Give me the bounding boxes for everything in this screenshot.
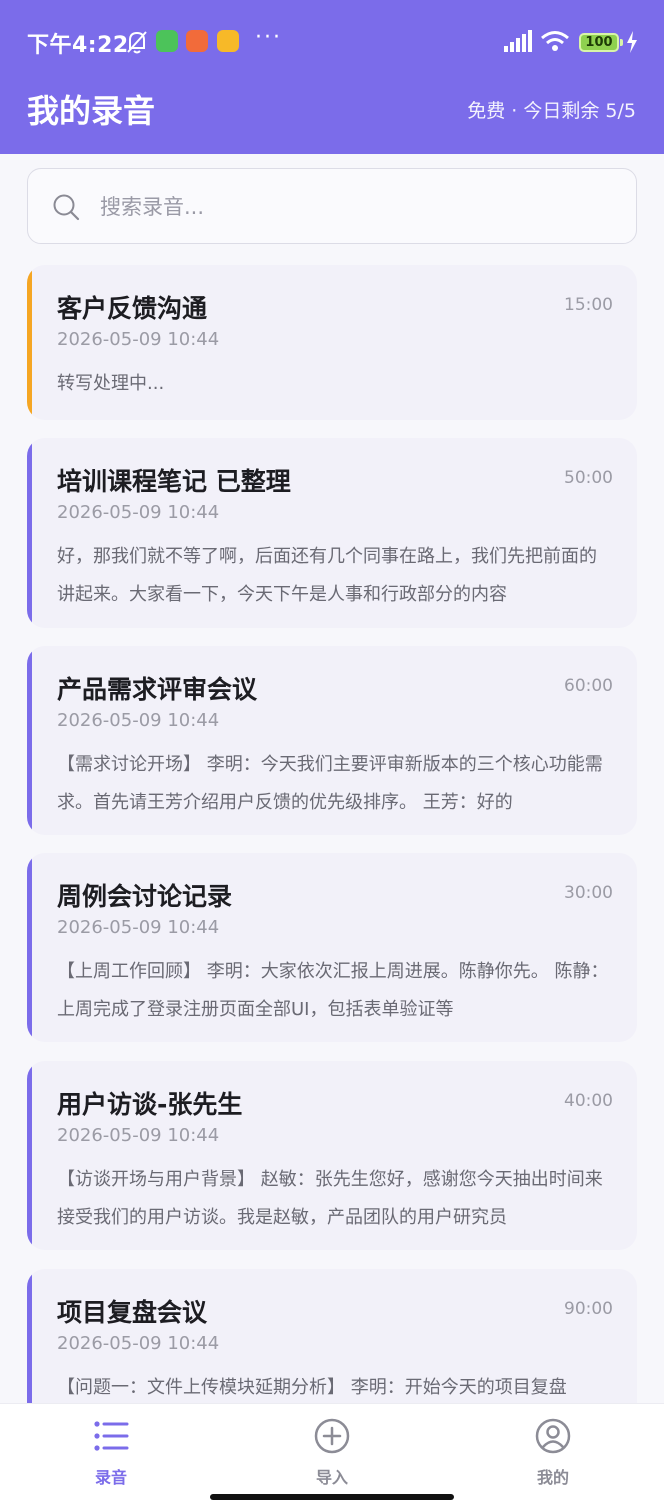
recording-date: 2026-05-09 10:44 <box>57 1333 220 1354</box>
battery-indicator: 100 <box>579 33 623 52</box>
status-accent-bar <box>27 265 32 420</box>
recording-date: 2026-05-09 10:44 <box>57 329 220 350</box>
tab-profile[interactable]: 我的 <box>483 1404 623 1504</box>
recording-preview: 【问题一：文件上传模块延期分析】 李明：开始今天的项目复盘 <box>57 1377 567 1398</box>
plus-circle-icon <box>314 1418 350 1454</box>
recording-card[interactable]: 产品需求评审会议 60:00 2026-05-09 10:44 【需求讨论开场】… <box>27 646 637 835</box>
recording-preview: 【上周工作回顾】 李明：大家依次汇报上周进展。陈静你先。 陈静：上周完成了登录注… <box>57 961 609 1020</box>
recording-preview: 好，那我们就不等了啊，后面还有几个同事在路上，我们先把前面的讲起来。大家看一下，… <box>57 546 597 605</box>
app-header: 下午4:22 ··· 100 我的录音 免费 · 今日剩余 5/5 <box>0 0 664 154</box>
recording-card[interactable]: 用户访谈-张先生 40:00 2026-05-09 10:44 【访谈开场与用户… <box>27 1061 637 1250</box>
list-icon <box>94 1421 129 1451</box>
tab-label: 我的 <box>536 1468 569 1487</box>
recording-list[interactable]: 客户反馈沟通 15:00 2026-05-09 10:44 转写处理中... 培… <box>27 265 637 1403</box>
recording-title: 客户反馈沟通 <box>57 294 208 323</box>
status-accent-bar <box>27 853 32 1042</box>
recording-duration: 15:00 <box>564 295 613 315</box>
status-accent-bar <box>27 646 32 835</box>
wechat-app-icon <box>156 30 178 52</box>
tab-label: 导入 <box>315 1468 348 1487</box>
wifi-icon <box>541 31 569 51</box>
recording-title: 周例会讨论记录 <box>57 882 233 911</box>
user-icon <box>535 1418 571 1454</box>
home-indicator[interactable] <box>210 1494 454 1500</box>
search-icon <box>53 194 80 221</box>
recording-preview: 【访谈开场与用户背景】 赵敏：张先生您好，感谢您今天抽出时间来接受我们的用户访谈… <box>57 1169 603 1228</box>
dnd-bell-icon <box>127 31 147 54</box>
recording-title: 培训课程笔记 已整理 <box>57 467 291 496</box>
recording-title: 用户访谈-张先生 <box>57 1090 243 1119</box>
recording-date: 2026-05-09 10:44 <box>57 1125 220 1146</box>
status-accent-bar <box>27 1269 32 1403</box>
signal-icon <box>504 30 532 52</box>
more-notifications-icon: ··· <box>255 25 282 50</box>
recording-card[interactable]: 周例会讨论记录 30:00 2026-05-09 10:44 【上周工作回顾】 … <box>27 853 637 1042</box>
charging-icon <box>627 31 637 53</box>
recording-date: 2026-05-09 10:44 <box>57 502 220 523</box>
quota-status: 免费 · 今日剩余 5/5 <box>467 100 636 122</box>
recording-title: 产品需求评审会议 <box>57 675 258 704</box>
recording-card[interactable]: 客户反馈沟通 15:00 2026-05-09 10:44 转写处理中... <box>27 265 637 420</box>
recording-title: 项目复盘会议 <box>57 1298 208 1327</box>
recording-date: 2026-05-09 10:44 <box>57 710 220 731</box>
status-accent-bar <box>27 438 32 628</box>
recording-duration: 60:00 <box>564 676 613 696</box>
tab-label: 录音 <box>94 1468 127 1487</box>
recording-date: 2026-05-09 10:44 <box>57 917 220 938</box>
status-accent-bar <box>27 1061 32 1250</box>
status-time: 下午4:22 <box>27 33 129 58</box>
recording-duration: 40:00 <box>564 1091 613 1111</box>
tab-recordings[interactable]: 录音 <box>41 1404 181 1504</box>
recording-duration: 30:00 <box>564 883 613 903</box>
recording-card[interactable]: 培训课程笔记 已整理 50:00 2026-05-09 10:44 好，那我们就… <box>27 438 637 628</box>
recording-duration: 50:00 <box>564 468 613 488</box>
status-bar: 下午4:22 ··· 100 <box>0 0 664 84</box>
search-input[interactable] <box>100 187 600 227</box>
recording-preview: 【需求讨论开场】 李明：今天我们主要评审新版本的三个核心功能需求。首先请王芳介绍… <box>57 754 603 813</box>
recording-preview: 转写处理中... <box>57 373 165 394</box>
weibo-app-icon <box>217 30 239 52</box>
tab-import[interactable]: 导入 <box>262 1404 402 1504</box>
recording-card[interactable]: 项目复盘会议 90:00 2026-05-09 10:44 【问题一：文件上传模… <box>27 1269 637 1403</box>
search-box[interactable] <box>27 168 637 244</box>
shopping-app-icon <box>186 30 208 52</box>
recording-duration: 90:00 <box>564 1299 613 1319</box>
page-title: 我的录音 <box>27 92 156 130</box>
